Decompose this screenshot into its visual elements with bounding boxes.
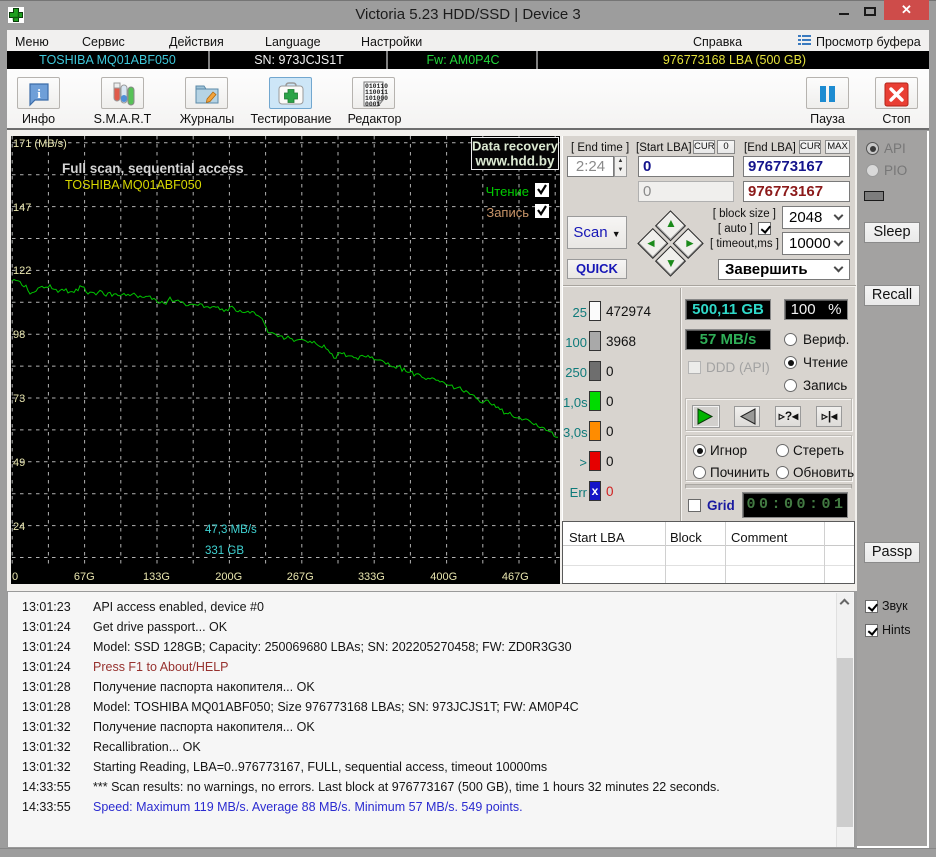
- svg-text:47,3 MB/s: 47,3 MB/s: [205, 524, 257, 536]
- svg-text:Чтение: Чтение: [486, 184, 529, 199]
- svg-text:200G: 200G: [215, 571, 242, 583]
- svg-text:TOSHIBA MQ01ABF050: TOSHIBA MQ01ABF050: [65, 178, 202, 192]
- svg-text:331 GB: 331 GB: [205, 545, 244, 557]
- svg-text:0001: 0001: [365, 101, 381, 108]
- svg-text:67G: 67G: [74, 571, 95, 583]
- svg-text:147: 147: [13, 202, 31, 214]
- svg-text:24: 24: [13, 521, 25, 533]
- svg-text:i: i: [37, 86, 41, 101]
- svg-text:122: 122: [13, 265, 31, 277]
- svg-text:Data recovery: Data recovery: [472, 139, 559, 154]
- svg-text:Запись: Запись: [486, 205, 529, 220]
- svg-text:171 (MB/s): 171 (MB/s): [13, 138, 67, 150]
- svg-text:Full scan, sequential access: Full scan, sequential access: [62, 161, 244, 176]
- svg-text:400G: 400G: [430, 571, 457, 583]
- svg-text:333G: 333G: [358, 571, 385, 583]
- svg-text:73: 73: [13, 393, 25, 405]
- svg-text:98: 98: [13, 329, 25, 341]
- svg-text:267G: 267G: [287, 571, 314, 583]
- svg-text:133G: 133G: [143, 571, 170, 583]
- svg-text:www.hdd.by: www.hdd.by: [475, 154, 555, 169]
- svg-text:467G: 467G: [502, 571, 529, 583]
- svg-text:49: 49: [13, 457, 25, 469]
- svg-text:0: 0: [12, 571, 18, 583]
